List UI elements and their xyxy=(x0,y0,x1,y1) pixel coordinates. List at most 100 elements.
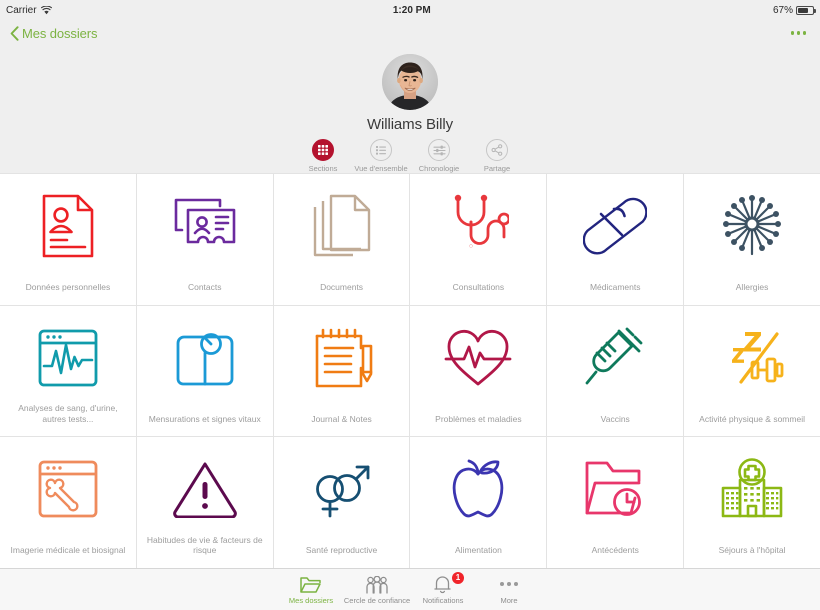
xray-bone-window-icon xyxy=(37,455,99,523)
warning-triangle-icon xyxy=(172,455,238,523)
grid-cell-journal-notes[interactable]: Journal & Notes xyxy=(273,305,410,437)
profile-segmented-control: Sections Vue d'ensemble Chronologie Part… xyxy=(294,139,526,173)
grid-cell-vaccins[interactable]: Vaccins xyxy=(547,305,684,437)
tab-bar: Mes dossiers Cercle de confiance 1 Notif… xyxy=(0,568,820,610)
grid-cell-alimentation[interactable]: Alimentation xyxy=(410,437,547,568)
notepad-pencil-icon xyxy=(311,324,373,392)
segment-sections[interactable]: Sections xyxy=(294,139,352,173)
avatar[interactable] xyxy=(382,54,438,110)
grid-cell-label: Médicaments xyxy=(589,282,641,293)
tab-mes-dossiers[interactable]: Mes dossiers xyxy=(278,574,344,605)
battery-icon xyxy=(796,5,816,15)
grid-cell-documents[interactable]: Documents xyxy=(273,174,410,305)
share-icon xyxy=(486,139,508,161)
tab-more[interactable]: More xyxy=(476,574,542,605)
back-button[interactable]: Mes dossiers xyxy=(10,26,97,41)
folder-clock-icon xyxy=(583,455,647,523)
grid-cell-medicaments[interactable]: Médicaments xyxy=(547,174,684,305)
status-bar-right: 67% xyxy=(772,4,816,16)
document-person-icon xyxy=(40,192,96,260)
grid-cell-habitudes-de-vie[interactable]: Habitudes de vie & facteurs de risque xyxy=(136,437,273,568)
lab-ecg-window-icon xyxy=(37,324,99,392)
heart-pulse-icon xyxy=(444,324,512,392)
more-horizontal-icon xyxy=(790,31,794,35)
grid-cell-donnees-personnelles[interactable]: Données personnelles xyxy=(0,174,136,305)
grid-cell-mensurations[interactable]: Mensurations et signes vitaux xyxy=(136,305,273,437)
nav-bar: Mes dossiers xyxy=(0,20,820,46)
segment-label: Vue d'ensemble xyxy=(354,164,408,173)
bell-icon xyxy=(433,574,453,594)
hospital-building-icon xyxy=(720,455,784,523)
apple-icon xyxy=(448,455,508,523)
grid-cell-label: Antécédents xyxy=(591,545,639,556)
back-button-label: Mes dossiers xyxy=(22,25,98,41)
grid-cell-consultations[interactable]: Consultations xyxy=(410,174,547,305)
grid-cell-sante-reproductive[interactable]: Santé reproductive xyxy=(273,437,410,568)
nav-more-button[interactable] xyxy=(787,27,811,39)
grid-cell-label: Journal & Notes xyxy=(311,413,372,424)
grid-cell-allergies[interactable]: Allergies xyxy=(684,174,820,305)
pollen-dandelion-icon xyxy=(721,192,783,260)
grid-cell-label: Allergies xyxy=(735,282,769,293)
battery-percent-label: 67% xyxy=(772,4,793,16)
chevron-left-icon xyxy=(10,25,19,41)
grid-cell-problemes-maladies[interactable]: Problèmes et maladies xyxy=(410,305,547,437)
grid-cell-label: Imagerie médicale et biosignal xyxy=(10,545,126,556)
status-bar: Carrier 1:20 PM 67% xyxy=(0,0,820,20)
people-group-icon xyxy=(365,574,389,594)
weight-scale-icon xyxy=(174,324,236,392)
grid-cell-label: Activité physique & sommeil xyxy=(699,413,805,424)
gender-symbols-icon xyxy=(310,455,374,523)
status-bar-left: Carrier xyxy=(6,4,52,16)
grid-cell-label: Vaccins xyxy=(600,413,630,424)
sections-grid: Données personnelles Contacts Documents … xyxy=(0,173,820,568)
grid-cell-antecedents[interactable]: Antécédents xyxy=(547,437,684,568)
grid-cell-analyses[interactable]: Analyses de sang, d'urine, autres tests.… xyxy=(0,305,136,437)
grid-cell-label: Problèmes et maladies xyxy=(435,413,522,424)
grid-cell-label: Données personnelles xyxy=(25,282,111,293)
tab-label: Notifications xyxy=(422,596,464,605)
grid-cell-label: Consultations xyxy=(452,282,505,293)
segment-label: Chronologie xyxy=(418,164,460,173)
status-bar-time: 1:20 PM xyxy=(392,4,431,16)
pill-capsule-icon xyxy=(583,192,648,260)
stethoscope-icon xyxy=(447,192,510,260)
timeline-sliders-icon xyxy=(428,139,450,161)
grid-icon xyxy=(312,139,334,161)
grid-cell-label: Contacts xyxy=(187,282,222,293)
grid-cell-label: Alimentation xyxy=(455,545,502,556)
segment-vue-densemble[interactable]: Vue d'ensemble xyxy=(352,139,410,173)
app-root: Carrier 1:20 PM 67% Mes dossiers William… xyxy=(0,0,820,610)
segment-partage[interactable]: Partage xyxy=(468,139,526,173)
grid-cell-label: Santé reproductive xyxy=(305,545,378,556)
tab-notifications[interactable]: 1 Notifications xyxy=(410,572,476,605)
contact-cards-icon xyxy=(173,192,237,260)
segment-chronologie[interactable]: Chronologie xyxy=(410,139,468,173)
grid-cell-contacts[interactable]: Contacts xyxy=(136,174,273,305)
list-icon xyxy=(370,139,392,161)
more-horizontal-icon xyxy=(500,574,518,594)
profile-name: Williams Billy xyxy=(366,116,454,133)
notification-badge: 1 xyxy=(452,572,464,584)
profile-header: Williams Billy Sections Vue d'ensemble C… xyxy=(0,46,820,173)
tab-cercle-de-confiance[interactable]: Cercle de confiance xyxy=(344,574,410,605)
carrier-label: Carrier xyxy=(6,4,37,16)
grid-cell-imagerie-medicale[interactable]: Imagerie médicale et biosignal xyxy=(0,437,136,568)
grid-cell-label: Documents xyxy=(320,282,364,293)
folder-icon xyxy=(300,574,322,594)
stacked-papers-icon xyxy=(312,192,372,260)
wifi-icon xyxy=(40,5,52,15)
tab-label: Cercle de confiance xyxy=(343,596,411,605)
grid-cell-label: Mensurations et signes vitaux xyxy=(148,413,261,424)
grid-cell-label: Séjours à l'hôpital xyxy=(718,545,786,556)
grid-cell-sejours-hopital[interactable]: Séjours à l'hôpital xyxy=(684,437,820,568)
grid-cell-activite-sommeil[interactable]: Activité physique & sommeil xyxy=(684,305,820,437)
tab-label: More xyxy=(500,596,518,605)
segment-label: Sections xyxy=(308,164,338,173)
syringe-icon xyxy=(584,324,646,392)
grid-cell-label: Habitudes de vie & facteurs de risque xyxy=(146,534,263,556)
grid-cell-label: Analyses de sang, d'urine, autres tests.… xyxy=(18,403,118,424)
tab-label: Mes dossiers xyxy=(288,596,334,605)
segment-label: Partage xyxy=(483,164,511,173)
sleep-dumbbell-icon xyxy=(719,324,785,392)
